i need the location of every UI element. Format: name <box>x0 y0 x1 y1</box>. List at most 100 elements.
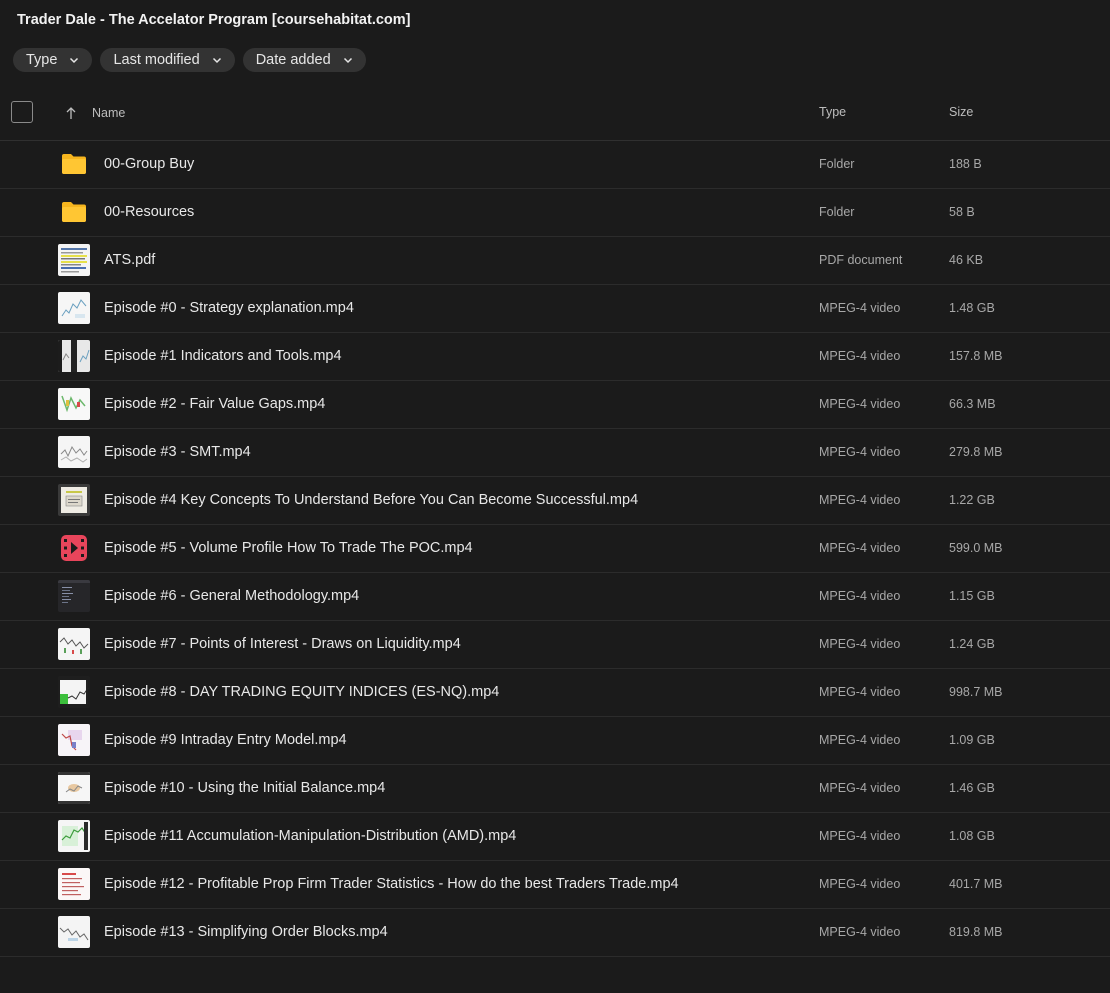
file-type: MPEG-4 video <box>819 733 901 747</box>
file-name: 00-Resources <box>104 204 195 220</box>
table-row[interactable]: Episode #3 - SMT.mp4 MPEG-4 video 279.8 … <box>0 429 1110 477</box>
column-header-name[interactable]: Name <box>92 106 125 120</box>
video-thumbnail <box>58 916 90 948</box>
table-row[interactable]: Episode #7 - Points of Interest - Draws … <box>0 621 1110 669</box>
filter-date-added-label: Date added <box>255 52 331 68</box>
file-size: 1.22 GB <box>949 493 995 507</box>
table-row[interactable]: Episode #13 - Simplifying Order Blocks.m… <box>0 909 1110 957</box>
file-name: Episode #1 Indicators and Tools.mp4 <box>104 348 342 364</box>
file-type: MPEG-4 video <box>819 301 901 315</box>
file-name: Episode #11 Accumulation-Manipulation-Di… <box>104 828 517 844</box>
file-type: Folder <box>819 157 855 171</box>
table-row[interactable]: Episode #6 - General Methodology.mp4 MPE… <box>0 573 1110 621</box>
filter-last-modified-chip[interactable]: Last modified <box>100 48 235 72</box>
table-row[interactable]: Episode #0 - Strategy explanation.mp4 MP… <box>0 285 1110 333</box>
video-thumbnail <box>58 772 90 804</box>
table-row[interactable]: Episode #9 Intraday Entry Model.mp4 MPEG… <box>0 717 1110 765</box>
file-size: 819.8 MB <box>949 925 1003 939</box>
video-thumbnail <box>58 388 90 420</box>
video-thumbnail <box>58 484 90 516</box>
column-header-type[interactable]: Type <box>819 105 846 119</box>
folder-icon <box>62 202 86 222</box>
file-type: MPEG-4 video <box>819 877 901 891</box>
folder-title: Trader Dale - The Accelator Program [cou… <box>17 12 411 28</box>
video-thumbnail <box>58 340 90 372</box>
file-size: 1.15 GB <box>949 589 995 603</box>
file-type: MPEG-4 video <box>819 397 901 411</box>
table-row[interactable]: Episode #5 - Volume Profile How To Trade… <box>0 525 1110 573</box>
video-thumbnail <box>58 676 90 708</box>
table-row[interactable]: Episode #1 Indicators and Tools.mp4 MPEG… <box>0 333 1110 381</box>
file-browser: Trader Dale - The Accelator Program [cou… <box>0 0 1110 993</box>
file-name: Episode #13 - Simplifying Order Blocks.m… <box>104 924 388 940</box>
file-size: 157.8 MB <box>949 349 1003 363</box>
file-type: Folder <box>819 205 855 219</box>
file-list: 00-Group Buy Folder 188 B 00-Resources F… <box>0 141 1110 957</box>
file-name: Episode #8 - DAY TRADING EQUITY INDICES … <box>104 684 500 700</box>
chevron-down-icon <box>70 57 79 64</box>
column-header-size[interactable]: Size <box>949 105 973 119</box>
table-row[interactable]: Episode #2 - Fair Value Gaps.mp4 MPEG-4 … <box>0 381 1110 429</box>
file-type: MPEG-4 video <box>819 349 901 363</box>
file-name: Episode #6 - General Methodology.mp4 <box>104 588 360 604</box>
filter-date-added-chip[interactable]: Date added <box>242 48 366 72</box>
file-size: 279.8 MB <box>949 445 1003 459</box>
select-all-checkbox[interactable] <box>11 101 33 123</box>
video-thumbnail <box>58 436 90 468</box>
table-row[interactable]: Episode #10 - Using the Initial Balance.… <box>0 765 1110 813</box>
file-size: 188 B <box>949 157 982 171</box>
table-header: Name Type Size <box>0 92 1110 141</box>
file-name: Episode #7 - Points of Interest - Draws … <box>104 636 461 652</box>
file-size: 58 B <box>949 205 975 219</box>
file-size: 1.24 GB <box>949 637 995 651</box>
table-row[interactable]: 00-Resources Folder 58 B <box>0 189 1110 237</box>
file-type: MPEG-4 video <box>819 829 901 843</box>
file-type: PDF document <box>819 253 903 267</box>
table-row[interactable]: Episode #8 - DAY TRADING EQUITY INDICES … <box>0 669 1110 717</box>
pdf-thumbnail <box>58 244 90 276</box>
filter-bar: Type Last modified Date added <box>13 48 366 72</box>
table-row[interactable]: 00-Group Buy Folder 188 B <box>0 141 1110 189</box>
video-thumbnail <box>58 580 90 612</box>
video-thumbnail <box>58 724 90 756</box>
file-name: Episode #2 - Fair Value Gaps.mp4 <box>104 396 326 412</box>
file-size: 998.7 MB <box>949 685 1003 699</box>
file-name: Episode #9 Intraday Entry Model.mp4 <box>104 732 347 748</box>
file-name: Episode #4 Key Concepts To Understand Be… <box>104 492 639 508</box>
table-row[interactable]: Episode #11 Accumulation-Manipulation-Di… <box>0 813 1110 861</box>
file-name: Episode #0 - Strategy explanation.mp4 <box>104 300 354 316</box>
file-size: 66.3 MB <box>949 397 996 411</box>
file-type: MPEG-4 video <box>819 493 901 507</box>
video-thumbnail <box>58 820 90 852</box>
file-size: 46 KB <box>949 253 984 267</box>
filter-type-label: Type <box>26 52 58 68</box>
file-size: 599.0 MB <box>949 541 1003 555</box>
file-size: 401.7 MB <box>949 877 1003 891</box>
table-row[interactable]: ATS.pdf PDF document 46 KB <box>0 237 1110 285</box>
video-thumbnail <box>58 292 90 324</box>
filter-last-modified-label: Last modified <box>113 52 200 68</box>
file-type: MPEG-4 video <box>819 445 901 459</box>
file-name: Episode #3 - SMT.mp4 <box>104 444 251 460</box>
table-row[interactable]: Episode #12 - Profitable Prop Firm Trade… <box>0 861 1110 909</box>
file-size: 1.46 GB <box>949 781 995 795</box>
chevron-down-icon <box>343 57 352 64</box>
filter-type-chip[interactable]: Type <box>13 48 93 72</box>
table-row[interactable]: Episode #4 Key Concepts To Understand Be… <box>0 477 1110 525</box>
file-size: 1.09 GB <box>949 733 995 747</box>
video-thumbnail <box>58 868 90 900</box>
folder-icon <box>62 154 86 174</box>
video-file-icon <box>61 535 87 561</box>
file-type: MPEG-4 video <box>819 781 901 795</box>
file-name: Episode #12 - Profitable Prop Firm Trade… <box>104 876 679 892</box>
file-size: 1.48 GB <box>949 301 995 315</box>
file-type: MPEG-4 video <box>819 541 901 555</box>
file-name: ATS.pdf <box>104 252 156 268</box>
file-type: MPEG-4 video <box>819 925 901 939</box>
video-thumbnail <box>58 628 90 660</box>
file-name: Episode #10 - Using the Initial Balance.… <box>104 780 386 796</box>
chevron-down-icon <box>212 57 221 64</box>
file-type: MPEG-4 video <box>819 685 901 699</box>
sort-up-arrow-icon[interactable] <box>65 106 77 120</box>
file-type: MPEG-4 video <box>819 589 901 603</box>
